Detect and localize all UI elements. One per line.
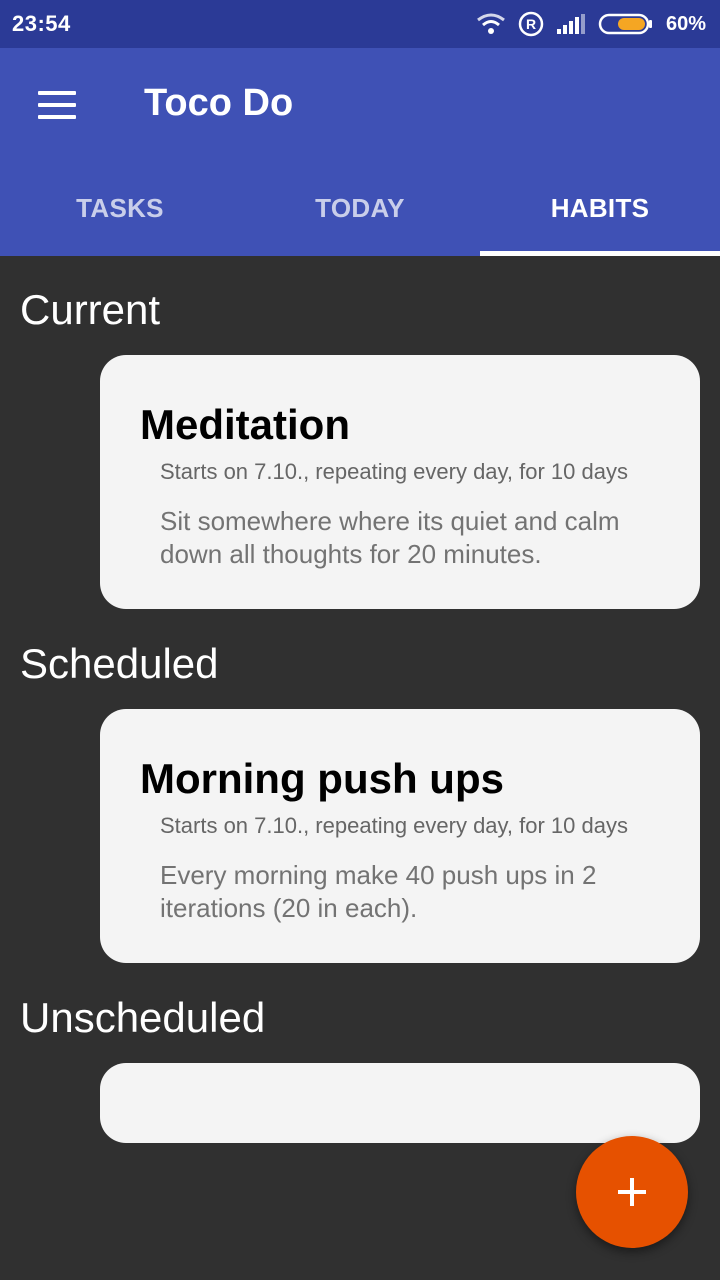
habit-description: Sit somewhere where its quiet and calm d… xyxy=(160,506,620,569)
habit-schedule: Starts on 7.10., repeating every day, fo… xyxy=(160,459,628,484)
habit-card-morning-push-ups[interactable]: Morning push ups Starts on 7.10., repeat… xyxy=(100,709,700,963)
tab-bar: TASKS TODAY HABITS xyxy=(0,160,720,256)
section-title-current: Current xyxy=(20,286,161,333)
add-habit-button[interactable] xyxy=(576,1136,688,1248)
habit-title: Morning push ups xyxy=(140,755,504,802)
status-icons: R 60% xyxy=(476,11,706,37)
tab-today[interactable]: TODAY xyxy=(240,160,480,256)
signal-icon xyxy=(556,14,585,34)
section-title-unscheduled: Unscheduled xyxy=(20,994,266,1041)
plus-icon xyxy=(618,1178,646,1206)
tab-habits[interactable]: HABITS xyxy=(480,160,720,256)
app-bar: Toco Do TASKS TODAY HABITS xyxy=(0,48,720,256)
status-time: 23:54 xyxy=(12,11,71,36)
habit-description: Every morning make 40 push ups in 2 iter… xyxy=(160,860,597,923)
wifi-icon xyxy=(477,13,505,34)
registered-icon: R xyxy=(518,11,544,37)
habit-title: Meditation xyxy=(140,401,350,448)
menu-button[interactable] xyxy=(24,80,88,130)
hamburger-menu-icon xyxy=(38,91,76,95)
habit-schedule: Starts on 7.10., repeating every day, fo… xyxy=(160,813,628,838)
habit-card-meditation[interactable]: Meditation Starts on 7.10., repeating ev… xyxy=(100,355,700,609)
habits-list[interactable]: Current Meditation Starts on 7.10., repe… xyxy=(0,256,720,1280)
section-title-scheduled: Scheduled xyxy=(20,640,219,687)
svg-text:R: R xyxy=(526,16,536,32)
status-bar: 23:54 R 60% xyxy=(0,0,720,48)
battery-percent: 60% xyxy=(665,12,706,35)
app-title: Toco Do xyxy=(144,82,294,124)
battery-icon xyxy=(598,13,652,35)
tab-tasks[interactable]: TASKS xyxy=(0,160,240,256)
habit-card-unscheduled[interactable] xyxy=(100,1063,700,1143)
